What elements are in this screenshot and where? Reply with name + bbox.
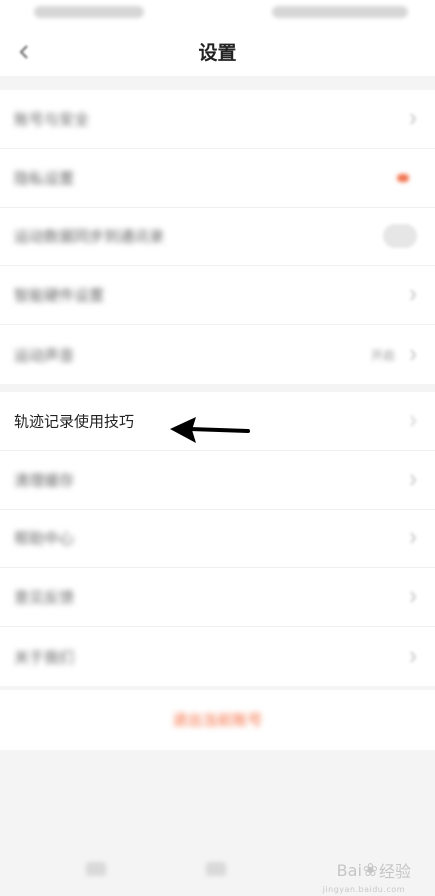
row-label: 意见反馈 — [14, 588, 75, 607]
row-label: 关于我们 — [14, 648, 75, 667]
chevron-right-icon — [410, 349, 417, 361]
pointer-arrow-icon — [170, 417, 250, 443]
status-left-icons — [34, 6, 144, 18]
chevron-right-icon — [410, 591, 417, 603]
watermark-brand: Bai — [336, 860, 362, 880]
paw-icon: ❀ — [362, 859, 378, 881]
row-label: 帮助中心 — [14, 529, 75, 548]
chevron-right-icon — [410, 113, 417, 125]
row-value: 开启 — [370, 348, 395, 363]
sync-toggle[interactable] — [383, 224, 417, 249]
watermark-sub: jingyan.baidu.com — [322, 885, 405, 894]
status-right-icons — [272, 6, 408, 18]
system-home-icon[interactable] — [206, 862, 226, 876]
chevron-right-icon — [410, 415, 417, 427]
watermark-suffix: 经验 — [378, 862, 411, 881]
settings-row-privacy[interactable]: 隐私设置 — [0, 149, 435, 208]
settings-row-contacts-sync[interactable]: 运动数据同步到通讯录 — [0, 208, 435, 267]
row-label: 账号与安全 — [14, 110, 90, 129]
row-label: 运动声音 — [14, 346, 75, 365]
notification-dot — [397, 173, 409, 182]
settings-row-feedback[interactable]: 意见反馈 — [0, 568, 435, 628]
settings-row-sound[interactable]: 运动声音 开启 — [0, 325, 435, 384]
row-label: 轨迹记录使用技巧 — [14, 412, 135, 431]
row-label: 运动数据同步到通讯录 — [14, 227, 165, 246]
status-bar — [0, 0, 435, 28]
chevron-right-icon — [410, 651, 417, 663]
settings-group-1: 账号与安全 隐私设置 运动数据同步到通讯录 智能硬件设置 运动声音 开启 — [0, 90, 435, 384]
system-back-icon[interactable] — [86, 862, 106, 876]
chevron-right-icon — [410, 289, 417, 301]
row-label: 清理缓存 — [14, 471, 75, 490]
settings-row-account-security[interactable]: 账号与安全 — [0, 90, 435, 149]
settings-row-clear-cache[interactable]: 清理缓存 — [0, 451, 435, 510]
row-label: 智能硬件设置 — [14, 286, 105, 305]
nav-bar: 设置 — [0, 28, 435, 76]
logout-section: 退出当前账号 — [0, 690, 435, 750]
row-label: 隐私设置 — [14, 169, 75, 188]
chevron-right-icon — [410, 532, 417, 544]
watermark: Bai ❀ 经验 — [337, 858, 411, 882]
logout-button[interactable]: 退出当前账号 — [0, 709, 435, 730]
chevron-right-icon — [410, 474, 417, 486]
page-title: 设置 — [198, 42, 237, 64]
settings-row-hardware[interactable]: 智能硬件设置 — [0, 266, 435, 326]
settings-row-about[interactable]: 关于我们 — [0, 627, 435, 686]
settings-row-help[interactable]: 帮助中心 — [0, 510, 435, 569]
